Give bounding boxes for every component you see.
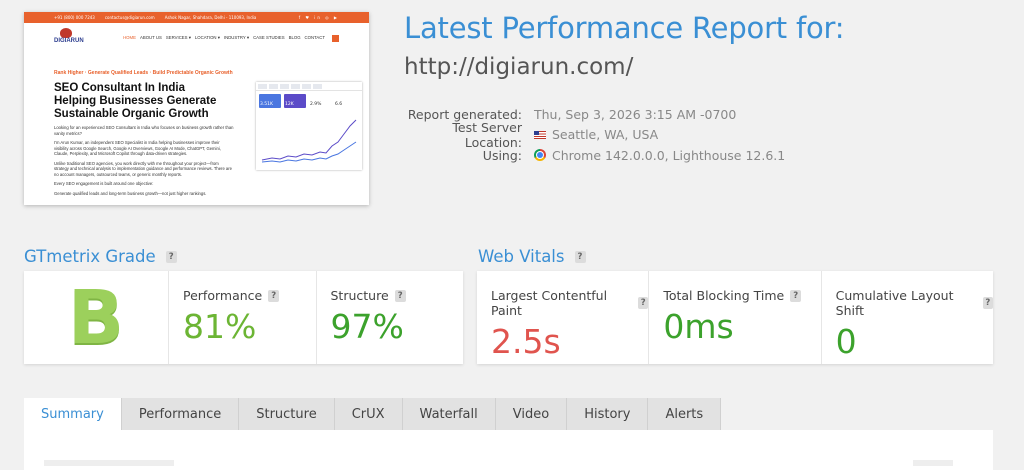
thumbnail-menu-item: ABOUT US [139, 34, 162, 40]
thumbnail-menu: HOME ABOUT US SERVICES ▾ LOCATION ▾ INDU… [123, 34, 339, 42]
tab-structure[interactable]: Structure [239, 398, 335, 430]
structure-cell: Structure ? 97% [317, 271, 464, 364]
tab-history[interactable]: History [567, 398, 649, 430]
dashboard-tile: 3.51K [259, 94, 281, 108]
grade-cell: B [24, 271, 169, 364]
tab-alerts[interactable]: Alerts [648, 398, 722, 430]
thumbnail-tagline: Rank Higher · Generate Qualified Leads ·… [54, 70, 233, 76]
gtmetrix-grade-card: B Performance ? 81% Structure ? 97% [24, 271, 463, 364]
panel-content-placeholder [44, 460, 174, 466]
thumbnail-logo: DIGIARUN [54, 28, 94, 48]
thumbnail-menu-item: LOCATION ▾ [194, 34, 220, 40]
thumbnail-paragraph: Every SEO engagement is built around one… [54, 181, 154, 186]
panel-content-placeholder [913, 460, 953, 466]
dashboard-line-chart-icon [261, 119, 357, 163]
thumbnail-nav: DIGIARUN HOME ABOUT US SERVICES ▾ LOCATI… [24, 23, 369, 53]
thumbnail-menu-item: BLOG [288, 34, 301, 40]
thumbnail-paragraph: Looking for an experienced SEO Consultan… [54, 125, 234, 136]
report-title: Latest Performance Report for: [404, 11, 845, 45]
lcp-cell: Largest Contentful Paint ? 2.5s [477, 271, 650, 364]
meta-value: Seattle, WA, USA [534, 127, 658, 142]
dashboard-toolbar [256, 82, 362, 91]
meta-label: Test Server Location: [452, 119, 522, 150]
thumbnail-menu-item: INDUSTRY ▾ [223, 34, 250, 40]
help-icon[interactable]: ? [394, 289, 406, 302]
cls-value: 0 [835, 322, 857, 361]
web-vitals-title: Web Vitals [478, 247, 565, 266]
help-icon[interactable]: ? [574, 250, 586, 263]
web-vitals-card: Largest Contentful Paint ? 2.5s Total Bl… [477, 271, 993, 364]
chrome-icon [534, 149, 546, 162]
web-vitals-heading: Web Vitals ? [478, 247, 586, 266]
generated-value: Thu, Sep 3, 2026 3:15 AM -0700 [534, 106, 737, 122]
help-icon[interactable]: ? [982, 297, 993, 309]
meta-value: Chrome 142.0.0.0, Lighthouse 12.6.1 [534, 148, 785, 163]
tbt-value: 0ms [663, 307, 734, 346]
gtmetrix-grade-title: GTmetrix Grade [24, 247, 156, 266]
report-url[interactable]: http://digiarun.com/ [404, 54, 633, 80]
tbt-label: Total Blocking Time [663, 288, 785, 303]
meta-row-using: Using: Chrome 142.0.0.0, Lighthouse 12.6… [404, 145, 785, 166]
tbt-cell: Total Blocking Time ? 0ms [649, 271, 822, 364]
report-tabs: Summary Performance Structure CrUX Water… [24, 398, 722, 430]
thumbnail-menu-item: CASE STUDIES [253, 34, 285, 40]
lcp-label-row: Largest Contentful Paint ? [491, 288, 649, 318]
tab-crux[interactable]: CrUX [334, 398, 403, 430]
cls-label-row: Cumulative Layout Shift ? [836, 288, 993, 318]
tab-panel [24, 430, 993, 470]
meta-label: Using: [482, 147, 522, 163]
report-meta: Report generated: Thu, Sep 3, 2026 3:15 … [404, 104, 785, 166]
cls-cell: Cumulative Layout Shift ? 0 [822, 271, 993, 364]
tab-waterfall[interactable]: Waterfall [402, 398, 496, 430]
using-value: Chrome 142.0.0.0, Lighthouse 12.6.1 [552, 147, 786, 163]
thumbnail-analytics-dashboard: 3.51K 12K 2.9% 6.6 [256, 82, 362, 170]
thumbnail-menu-item: SERVICES ▾ [165, 34, 191, 40]
thumbnail-address: Ashok Nagar, Shahdara, Delhi - 110093, I… [164, 15, 257, 20]
tab-summary[interactable]: Summary [24, 398, 122, 430]
dashboard-tiles: 3.51K 12K 2.9% 6.6 [256, 91, 362, 111]
tbt-label-row: Total Blocking Time ? [663, 288, 820, 303]
dashboard-tile: 12K [284, 94, 306, 108]
thumbnail-topbar: +91 (800) 000 7243 contactus@digiarun.co… [24, 12, 369, 23]
performance-cell: Performance ? 81% [169, 271, 317, 364]
performance-label: Performance [183, 288, 263, 303]
gtmetrix-grade-heading: GTmetrix Grade ? [24, 247, 177, 266]
thumbnail-paragraph: Unlike traditional SEO agencies, you wor… [54, 160, 232, 177]
dashboard-tile: 6.6 [334, 94, 356, 108]
dashboard-tile: 2.9% [309, 94, 331, 108]
thumbnail-paragraph: Generate qualified leads and long-term b… [54, 190, 207, 196]
location-value: Seattle, WA, USA [552, 127, 659, 143]
thumbnail-social-icons: f ♥ in ◎ ▶ [298, 15, 339, 20]
thumbnail-headline: SEO Consultant In India Helping Business… [54, 82, 217, 120]
help-icon[interactable]: ? [165, 250, 177, 263]
performance-label-row: Performance ? [183, 288, 316, 303]
us-flag-icon [534, 130, 546, 139]
meta-value: Thu, Sep 3, 2026 3:15 AM -0700 [534, 107, 736, 122]
thumbnail-menu-item: CONTACT [304, 34, 325, 40]
cls-label: Cumulative Layout Shift [835, 288, 954, 318]
rocket-logo-icon [60, 28, 72, 38]
thumbnail-paragraph: I'm Arun Kumar, an independent SEO Speci… [54, 140, 221, 156]
thumbnail-logo-text: DIGIARUN [54, 38, 84, 44]
tab-performance[interactable]: Performance [121, 398, 240, 430]
page-screenshot-thumbnail[interactable]: +91 (800) 000 7243 contactus@digiarun.co… [24, 12, 369, 205]
lcp-value: 2.5s [491, 322, 561, 361]
lcp-label: Largest Contentful Paint [491, 288, 608, 318]
help-icon[interactable]: ? [638, 297, 649, 309]
performance-score: 81% [183, 307, 257, 346]
structure-label: Structure [330, 288, 389, 303]
search-icon [332, 34, 339, 42]
help-icon[interactable]: ? [790, 289, 802, 302]
help-icon[interactable]: ? [268, 289, 280, 302]
thumbnail-email: contactus@digiarun.com [104, 15, 155, 20]
grade-letter: B [67, 274, 125, 361]
thumbnail-hero: Rank Higher · Generate Qualified Leads ·… [54, 70, 254, 196]
structure-label-row: Structure ? [331, 288, 464, 303]
thumbnail-phone: +91 (800) 000 7243 [54, 15, 95, 20]
meta-row-location: Test Server Location: Seattle, WA, USA [404, 120, 785, 150]
structure-score: 97% [330, 307, 404, 346]
thumbnail-menu-item: HOME [123, 34, 136, 40]
tab-video[interactable]: Video [495, 398, 568, 430]
